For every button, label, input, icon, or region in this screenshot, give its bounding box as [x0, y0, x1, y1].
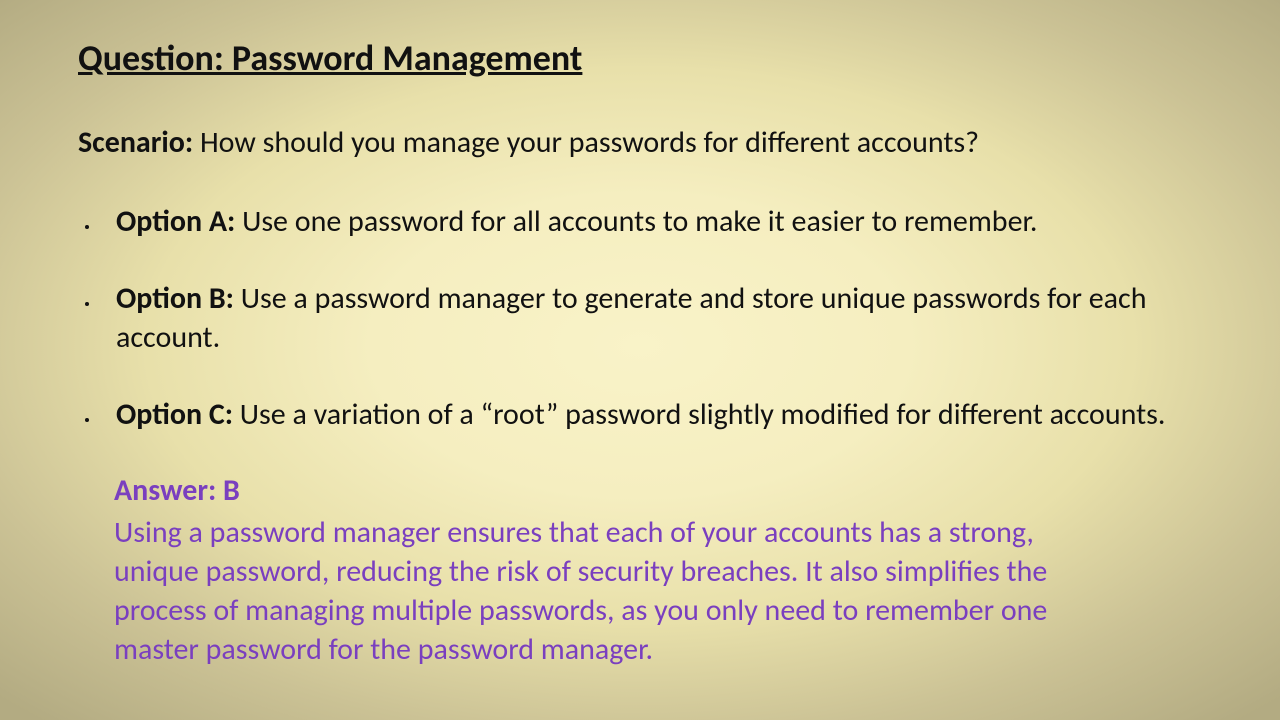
answer-heading: Answer: B: [114, 472, 1062, 509]
option-c-text: Use a variation of a “root” password sli…: [233, 396, 1165, 433]
question-title: Question: Password Management: [78, 36, 1202, 80]
answer-text: Using a password manager ensures that ea…: [114, 513, 1062, 669]
option-a-label: Option A:: [116, 203, 235, 240]
answer-block: Answer: B Using a password manager ensur…: [78, 472, 1202, 669]
option-c: Option C: Use a variation of a “root” pa…: [100, 395, 1202, 434]
scenario-label: Scenario:: [78, 124, 193, 161]
slide: Question: Password Management Scenario: …: [0, 0, 1280, 720]
option-b: Option B: Use a password manager to gene…: [100, 279, 1202, 357]
option-a-text: Use one password for all accounts to mak…: [235, 203, 1037, 240]
option-b-text: Use a password manager to generate and s…: [116, 280, 1146, 356]
scenario-text: How should you manage your passwords for…: [193, 124, 979, 161]
option-b-label: Option B:: [116, 280, 234, 317]
scenario-line: Scenario: How should you manage your pas…: [78, 124, 1202, 162]
options-list: Option A: Use one password for all accou…: [78, 202, 1202, 434]
option-c-label: Option C:: [116, 396, 233, 433]
option-a: Option A: Use one password for all accou…: [100, 202, 1202, 241]
